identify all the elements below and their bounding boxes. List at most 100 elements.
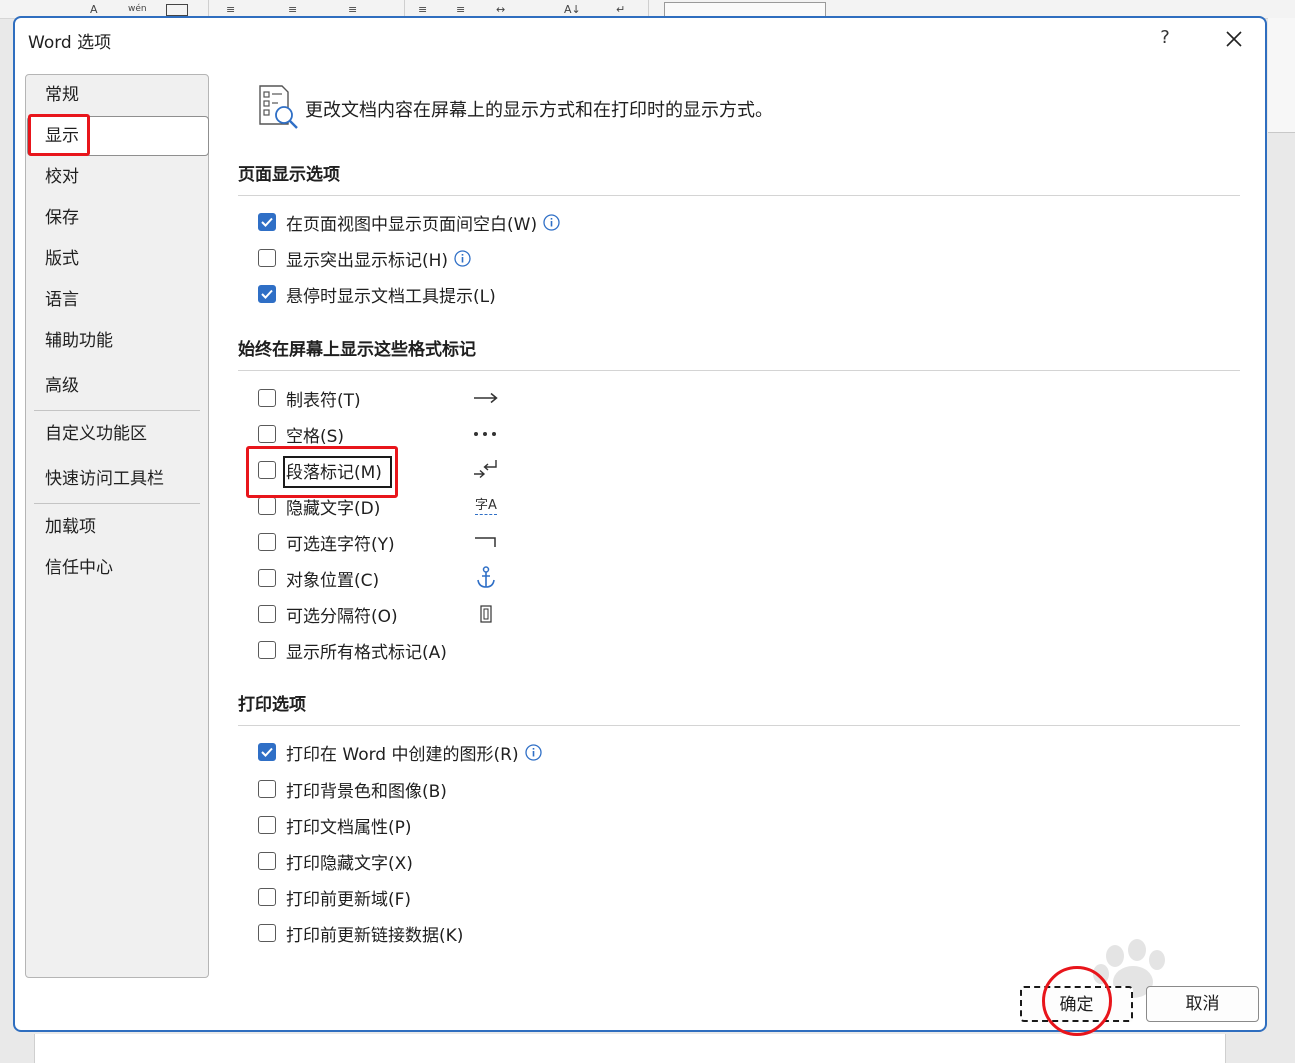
option-show-all-marks[interactable]: 显示所有格式标记(A) — [258, 639, 447, 663]
checkbox[interactable] — [258, 888, 276, 906]
option-show-highlighter-marks[interactable]: 显示突出显示标记(H) — [258, 247, 471, 271]
option-print-drawings[interactable]: 打印在 Word 中创建的图形(R) — [258, 741, 542, 765]
checkbox[interactable] — [258, 743, 276, 761]
section-title-page-display: 页面显示选项 — [238, 165, 340, 185]
section-rule — [238, 370, 1240, 371]
nav-item-advanced[interactable]: 高级 — [45, 373, 79, 399]
info-icon[interactable] — [543, 213, 560, 231]
checkmark-icon — [261, 747, 273, 757]
cancel-button[interactable]: 取消 — [1146, 986, 1259, 1022]
anchor-icon — [471, 566, 501, 590]
section-title-format-marks: 始终在屏幕上显示这些格式标记 — [238, 340, 476, 360]
checkbox[interactable] — [258, 533, 276, 551]
nav-item-language[interactable]: 语言 — [45, 287, 79, 313]
nav-item-customize-ribbon[interactable]: 自定义功能区 — [45, 421, 147, 447]
option-show-tooltips-on-hover[interactable]: 悬停时显示文档工具提示(L) — [258, 283, 496, 307]
option-label: 打印背景色和图像(B) — [286, 781, 447, 802]
option-update-linked-data-before-print[interactable]: 打印前更新链接数据(K) — [258, 922, 463, 946]
dialog-title: Word 选项 — [28, 33, 112, 53]
show-marks-icon: ↵ — [616, 3, 626, 16]
checkbox[interactable] — [258, 816, 276, 834]
close-icon — [1226, 31, 1242, 47]
option-label: 悬停时显示文档工具提示(L) — [286, 286, 496, 307]
background-side-panel — [1268, 18, 1295, 133]
paragraph-marks-focus-rect — [283, 456, 392, 488]
checkbox[interactable] — [258, 497, 276, 515]
option-label: 在页面视图中显示页面间空白(W) — [286, 214, 538, 235]
display-options-icon — [259, 85, 298, 129]
section-rule — [238, 195, 1240, 196]
optional-hyphen-icon — [471, 530, 501, 554]
nav-item-quick-access-toolbar[interactable]: 快速访问工具栏 — [45, 466, 164, 492]
option-optional-breaks[interactable]: 可选分隔符(O) — [258, 603, 398, 627]
section-title-print: 打印选项 — [238, 695, 306, 715]
nav-divider — [34, 410, 200, 411]
option-object-anchors[interactable]: 对象位置(C) — [258, 567, 380, 591]
option-label: 打印在 Word 中创建的图形(R) — [286, 744, 519, 765]
arrow-right-icon — [471, 386, 501, 410]
info-icon[interactable] — [454, 249, 471, 267]
phonetic-guide-label: wén — [128, 4, 147, 14]
option-label: 打印文档属性(P) — [286, 817, 412, 838]
nav-item-proofing[interactable]: 校对 — [45, 164, 79, 190]
checkbox[interactable] — [258, 569, 276, 587]
ok-button-highlight-annotation — [1042, 966, 1112, 1036]
increase-indent-icon: ≡ — [456, 3, 466, 16]
nav-item-add-ins[interactable]: 加载项 — [45, 514, 96, 540]
checkbox[interactable] — [258, 605, 276, 623]
nav-item-save[interactable]: 保存 — [45, 205, 79, 231]
optional-break-icon — [471, 602, 501, 626]
option-spaces[interactable]: 空格(S) — [258, 423, 345, 447]
checkmark-icon — [261, 289, 273, 299]
option-label: 制表符(T) — [286, 390, 361, 411]
section-rule — [238, 725, 1240, 726]
nav-item-general[interactable]: 常规 — [45, 82, 79, 108]
multilevel-list-icon: ≡ — [348, 3, 358, 16]
option-print-hidden-text[interactable]: 打印隐藏文字(X) — [258, 850, 413, 874]
close-button[interactable] — [1219, 24, 1249, 54]
checkbox[interactable] — [258, 425, 276, 443]
info-icon[interactable] — [524, 743, 542, 761]
sort-icon: A↓ — [564, 3, 581, 16]
checkbox[interactable] — [258, 213, 276, 231]
nav-item-accessibility[interactable]: 辅助功能 — [45, 328, 113, 354]
option-label: 打印隐藏文字(X) — [286, 853, 413, 874]
checkbox[interactable] — [258, 924, 276, 942]
hidden-text-icon: 字A — [471, 494, 501, 518]
option-print-document-properties[interactable]: 打印文档属性(P) — [258, 814, 412, 838]
hidden-text-sample: 字A — [475, 497, 497, 515]
option-label: 可选连字符(Y) — [286, 534, 395, 555]
checkbox[interactable] — [258, 285, 276, 303]
checkbox[interactable] — [258, 852, 276, 870]
checkbox[interactable] — [258, 641, 276, 659]
option-optional-hyphens[interactable]: 可选连字符(Y) — [258, 531, 395, 555]
options-nav: 常规 显示 校对 保存 版式 语言 辅助功能 高级 自定义功能区 快速访问工具栏… — [25, 74, 209, 978]
option-update-fields-before-print[interactable]: 打印前更新域(F) — [258, 886, 412, 910]
option-hidden-text[interactable]: 隐藏文字(D) — [258, 495, 380, 519]
option-tab-characters[interactable]: 制表符(T) — [258, 387, 361, 411]
nav-item-typography[interactable]: 版式 — [45, 246, 79, 272]
option-show-whitespace[interactable]: 在页面视图中显示页面间空白(W) — [258, 211, 560, 235]
option-print-background[interactable]: 打印背景色和图像(B) — [258, 778, 447, 802]
checkbox[interactable] — [258, 389, 276, 407]
help-button[interactable]: ? — [1153, 24, 1177, 52]
paragraph-mark-icon — [471, 458, 501, 482]
decrease-indent-icon: ≡ — [418, 3, 428, 16]
option-label: 打印前更新域(F) — [286, 889, 412, 910]
text-direction-icon: ↔ — [496, 3, 506, 16]
checkbox[interactable] — [258, 780, 276, 798]
nav-item-trust-center[interactable]: 信任中心 — [45, 555, 113, 581]
option-label: 对象位置(C) — [286, 570, 380, 591]
dots-icon — [471, 422, 501, 446]
option-label: 可选分隔符(O) — [286, 606, 398, 627]
option-label: 显示突出显示标记(H) — [286, 250, 449, 271]
word-options-dialog: Word 选项 ? 常规 显示 校对 保存 版式 语言 辅助功能 高级 自定义功… — [13, 16, 1267, 1036]
nav-highlight-annotation — [28, 114, 90, 156]
checkmark-icon — [261, 217, 273, 227]
character-border-icon — [166, 4, 188, 16]
option-label: 空格(S) — [286, 426, 345, 447]
bullets-icon: ≡ — [226, 3, 236, 16]
font-color-icon: A — [90, 3, 98, 16]
header-description: 更改文档内容在屏幕上的显示方式和在打印时的显示方式。 — [305, 100, 773, 121]
checkbox[interactable] — [258, 249, 276, 267]
